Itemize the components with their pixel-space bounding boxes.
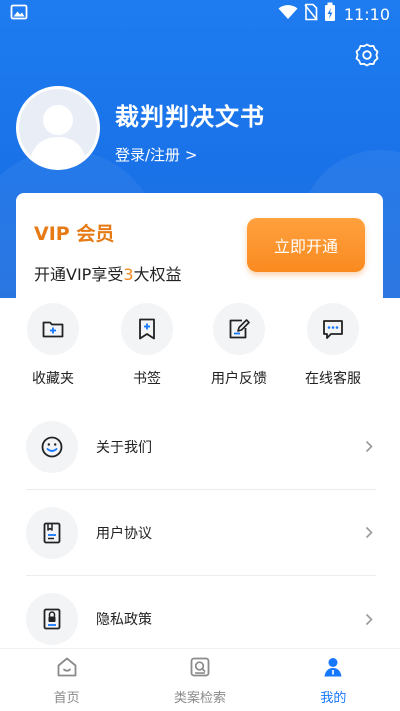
login-register-link[interactable]: 登录/注册 > (115, 144, 197, 165)
profile-icon (321, 655, 345, 683)
status-bar: 11:10 (0, 0, 400, 28)
no-sim-icon (304, 3, 318, 25)
menu-item-label: 隐私政策 (96, 612, 152, 628)
avatar[interactable] (16, 86, 100, 170)
quick-action-feedback[interactable]: 用户反馈 (194, 303, 284, 388)
home-icon (55, 655, 79, 683)
feedback-edit-icon (213, 303, 265, 355)
settings-button[interactable] (352, 42, 382, 72)
menu-item-about-us[interactable]: 关于我们 (26, 404, 376, 490)
tab-mine[interactable]: 我的 (267, 649, 400, 711)
tab-label: 类案检索 (173, 690, 226, 706)
vip-card: VIP 会员 开通VIP享受3大权益 立即开通 (16, 193, 383, 299)
menu-item-label: 用户协议 (96, 525, 152, 542)
quick-action-label: 书签 (133, 371, 161, 387)
smiley-icon (26, 420, 78, 473)
chevron-right-icon (362, 440, 376, 453)
battery-charging-icon (324, 2, 336, 26)
quick-action-label: 收藏夹 (32, 371, 74, 387)
menu-item-label: 关于我们 (96, 439, 152, 456)
privacy-lock-icon (26, 593, 78, 645)
chat-bubble-icon (307, 303, 359, 355)
agreement-document-icon (26, 506, 78, 559)
vip-desc-suffix: 大权益 (133, 265, 182, 284)
status-time: 11:10 (343, 4, 390, 24)
settings-menu: 关于我们 用户协议 隐私政策 (26, 404, 376, 662)
quick-action-favorites[interactable]: 收藏夹 (8, 303, 98, 388)
vip-benefit-count: 3 (123, 265, 134, 284)
activate-vip-button[interactable]: 立即开通 (247, 218, 365, 272)
app-title: 裁判判决文书 (115, 103, 265, 131)
gallery-notification-icon (10, 3, 28, 25)
chevron-right-icon (362, 526, 376, 539)
tab-label: 我的 (320, 690, 347, 706)
quick-action-label: 用户反馈 (211, 371, 267, 387)
tab-label: 首页 (53, 690, 80, 706)
menu-item-user-agreement[interactable]: 用户协议 (26, 490, 376, 576)
tab-case-search[interactable]: 类案检索 (133, 649, 266, 711)
bottom-navigation: 首页 类案检索 我的 (0, 648, 400, 711)
vip-description: 开通VIP享受3大权益 (34, 261, 182, 285)
quick-action-customer-service[interactable]: 在线客服 (288, 303, 378, 388)
bookmark-plus-icon (121, 303, 173, 355)
wifi-icon (278, 4, 298, 24)
vip-desc-prefix: 开通VIP享受 (34, 265, 124, 284)
tab-home[interactable]: 首页 (0, 649, 133, 711)
folder-plus-icon (27, 303, 79, 355)
chevron-right-icon (362, 613, 376, 626)
default-avatar-icon (29, 105, 87, 167)
quick-action-bookmarks[interactable]: 书签 (102, 303, 192, 388)
quick-action-label: 在线客服 (305, 371, 361, 387)
vip-title: VIP 会员 (34, 223, 115, 245)
quick-actions: 收藏夹 书签 用户反馈 在线客服 (0, 303, 400, 393)
gear-icon (354, 42, 380, 72)
case-search-icon (188, 655, 212, 683)
